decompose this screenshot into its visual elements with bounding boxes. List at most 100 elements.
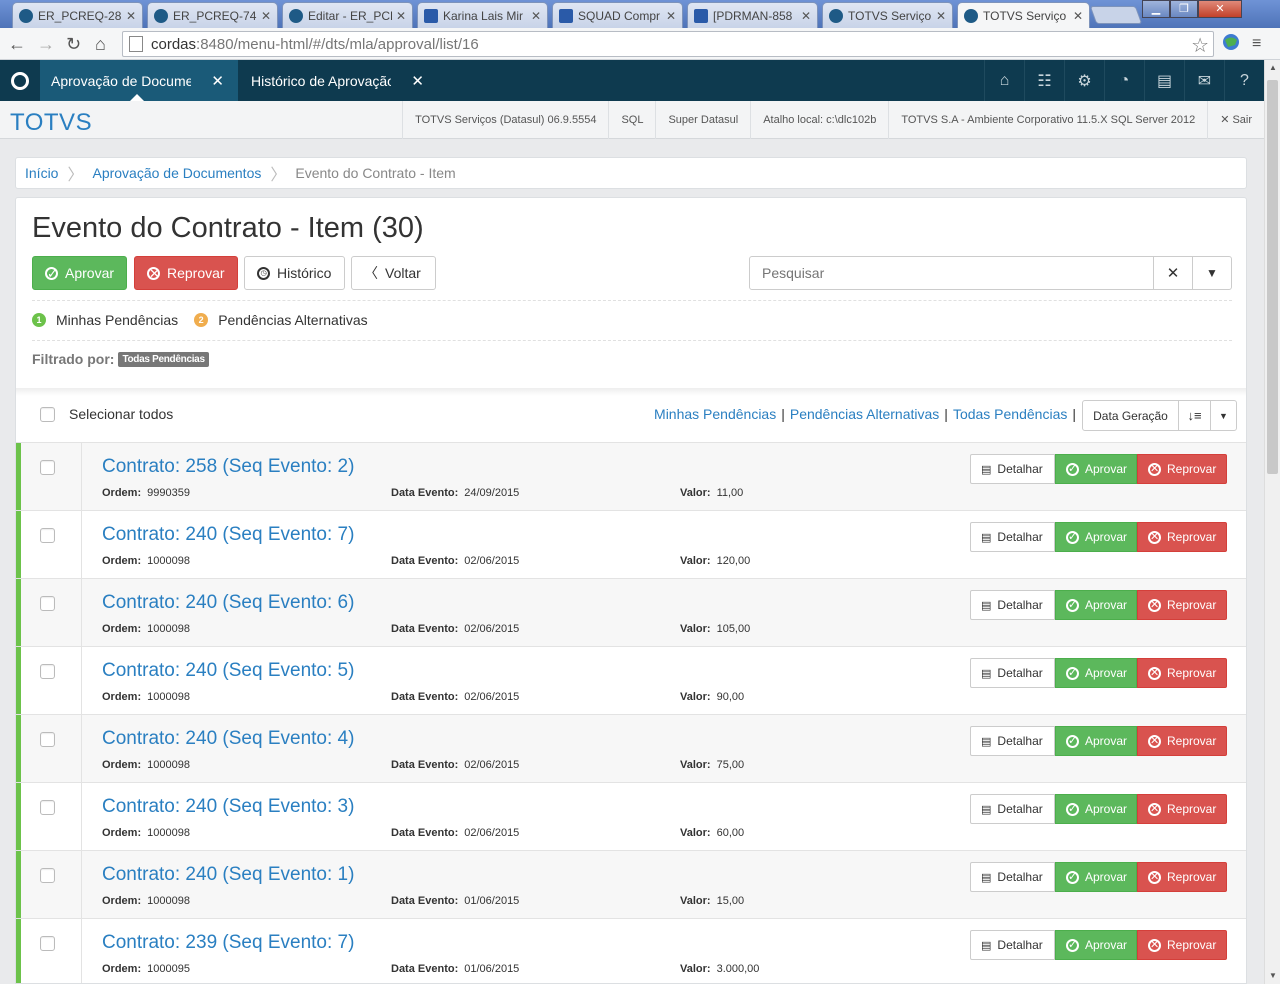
item-title[interactable]: Contrato: 240 (Seq Evento: 1) xyxy=(102,864,354,886)
close-icon[interactable]: ✕ xyxy=(936,9,946,23)
browser-tab-2[interactable]: ER_PCREQ-741 ✕ xyxy=(147,2,278,28)
scroll-down-icon[interactable]: ▼ xyxy=(1265,968,1280,984)
item-title[interactable]: Contrato: 239 (Seq Evento: 7) xyxy=(102,932,354,954)
breadcrumb-section[interactable]: Aprovação de Documentos xyxy=(92,165,261,181)
detail-button[interactable]: ▤ Detalhar xyxy=(970,658,1055,688)
window-close-icon[interactable]: ✕ xyxy=(1198,0,1242,18)
clear-search-button[interactable]: ✕ xyxy=(1153,257,1192,289)
row-reject-button[interactable]: ✕ Reprovar xyxy=(1137,794,1227,824)
browser-tab-3[interactable]: Editar - ER_PCR ✕ xyxy=(282,2,413,28)
detail-button[interactable]: ▤ Detalhar xyxy=(970,590,1055,620)
detail-button[interactable]: ▤ Detalhar xyxy=(970,930,1055,960)
select-all[interactable]: Selecionar todos xyxy=(40,406,173,422)
row-reject-button[interactable]: ✕ Reprovar xyxy=(1137,658,1227,688)
close-icon[interactable]: ✕ xyxy=(1073,9,1083,23)
home-icon[interactable]: ⌂ xyxy=(95,34,106,54)
new-tab-button[interactable] xyxy=(1089,6,1143,24)
scrollbar-thumb[interactable] xyxy=(1267,80,1278,474)
advanced-filter-button[interactable]: ▼ xyxy=(1192,257,1231,289)
close-icon[interactable]: ✕ xyxy=(801,9,811,23)
row-approve-button[interactable]: ✓ Aprovar xyxy=(1055,454,1137,484)
detail-button[interactable]: ▤ Detalhar xyxy=(970,794,1055,824)
row-checkbox[interactable] xyxy=(40,732,55,747)
tab-approval-documents[interactable]: Aprovação de Documentos ✕ xyxy=(40,60,238,101)
filter-all-link[interactable]: Todas Pendências xyxy=(953,406,1067,422)
totvs-logo-icon[interactable] xyxy=(0,60,40,101)
row-checkbox[interactable] xyxy=(40,868,55,883)
row-checkbox[interactable] xyxy=(40,528,55,543)
row-checkbox[interactable] xyxy=(40,936,55,951)
menu-icon[interactable]: ≡ xyxy=(1252,34,1261,54)
scroll-up-icon[interactable]: ▲ xyxy=(1265,60,1280,76)
tab-approval-history[interactable]: Histórico de Aprovação ✕ xyxy=(240,60,438,101)
detail-button[interactable]: ▤ Detalhar xyxy=(970,522,1055,552)
close-icon[interactable]: ✕ xyxy=(396,9,406,23)
browser-tab-6[interactable]: [PDRMAN-858 ✕ xyxy=(687,2,818,28)
browser-tab-1[interactable]: ER_PCREQ-286 ✕ xyxy=(12,2,143,28)
close-icon[interactable]: ✕ xyxy=(666,9,676,23)
breadcrumb-home[interactable]: Início xyxy=(25,165,58,181)
mail-icon[interactable]: ✉ xyxy=(1184,60,1224,101)
row-approve-button[interactable]: ✓ Aprovar xyxy=(1055,522,1137,552)
history-button[interactable]: ◷ Histórico xyxy=(244,256,345,290)
sort-direction-icon[interactable]: ↓≡ xyxy=(1179,401,1211,430)
row-checkbox[interactable] xyxy=(40,596,55,611)
filter-tag[interactable]: Todas Pendências xyxy=(118,351,209,367)
detail-button[interactable]: ▤ Detalhar xyxy=(970,454,1055,484)
sitemap-icon[interactable]: ☷ xyxy=(1024,60,1064,101)
item-title[interactable]: Contrato: 240 (Seq Evento: 7) xyxy=(102,524,354,546)
close-icon[interactable]: ✕ xyxy=(531,9,541,23)
search-input[interactable] xyxy=(750,257,1153,289)
close-icon[interactable]: ✕ xyxy=(261,9,271,23)
chevron-down-icon[interactable]: ▼ xyxy=(1211,401,1236,430)
reload-icon[interactable]: ↻ xyxy=(66,34,81,54)
row-reject-button[interactable]: ✕ Reprovar xyxy=(1137,930,1227,960)
filter-alternative-link[interactable]: Pendências Alternativas xyxy=(790,406,939,422)
detail-button[interactable]: ▤ Detalhar xyxy=(970,862,1055,892)
filter-mine-link[interactable]: Minhas Pendências xyxy=(654,406,776,422)
sort-field-button[interactable]: Data Geração xyxy=(1083,401,1179,430)
item-title[interactable]: Contrato: 240 (Seq Evento: 6) xyxy=(102,592,354,614)
dashboard-icon[interactable]: ◔ xyxy=(1104,60,1144,101)
gear-icon[interactable]: ⚙ xyxy=(1064,60,1104,101)
maximize-icon[interactable]: ❐ xyxy=(1170,0,1198,18)
item-title[interactable]: Contrato: 240 (Seq Evento: 5) xyxy=(102,660,354,682)
forward-icon[interactable]: → xyxy=(37,34,55,54)
row-reject-button[interactable]: ✕ Reprovar xyxy=(1137,726,1227,756)
row-approve-button[interactable]: ✓ Aprovar xyxy=(1055,590,1137,620)
row-reject-button[interactable]: ✕ Reprovar xyxy=(1137,522,1227,552)
approve-button[interactable]: ✓ Aprovar xyxy=(32,256,127,290)
item-title[interactable]: Contrato: 240 (Seq Evento: 3) xyxy=(102,796,354,818)
logout-button[interactable]: ✕ Sair xyxy=(1207,101,1264,139)
back-icon[interactable]: ← xyxy=(8,34,26,54)
row-approve-button[interactable]: ✓ Aprovar xyxy=(1055,726,1137,756)
browser-tab-7[interactable]: TOTVS Serviço ✕ xyxy=(822,2,953,28)
browser-tab-4[interactable]: Karina Lais Mir ✕ xyxy=(417,2,548,28)
row-approve-button[interactable]: ✓ Aprovar xyxy=(1055,794,1137,824)
detail-button[interactable]: ▤ Detalhar xyxy=(970,726,1055,756)
row-approve-button[interactable]: ✓ Aprovar xyxy=(1055,862,1137,892)
row-checkbox[interactable] xyxy=(40,460,55,475)
help-icon[interactable]: ? xyxy=(1224,60,1264,101)
close-icon[interactable]: ✕ xyxy=(211,72,224,90)
row-approve-button[interactable]: ✓ Aprovar xyxy=(1055,930,1137,960)
row-checkbox[interactable] xyxy=(40,664,55,679)
reject-button[interactable]: ✕ Reprovar xyxy=(134,256,238,290)
home-icon[interactable]: ⌂ xyxy=(984,60,1024,101)
browser-tab-8[interactable]: TOTVS Serviço ✕ xyxy=(957,2,1090,29)
select-all-checkbox[interactable] xyxy=(40,406,55,422)
vertical-scrollbar[interactable]: ▲ ▼ xyxy=(1264,60,1280,984)
row-checkbox[interactable] xyxy=(40,800,55,815)
close-icon[interactable]: ✕ xyxy=(126,9,136,23)
back-button[interactable]: 〈 Voltar xyxy=(351,256,436,290)
row-reject-button[interactable]: ✕ Reprovar xyxy=(1137,590,1227,620)
item-title[interactable]: Contrato: 240 (Seq Evento: 4) xyxy=(102,728,354,750)
close-icon[interactable]: ✕ xyxy=(411,72,424,90)
extension-globe-icon[interactable] xyxy=(1222,33,1240,51)
minimize-icon[interactable]: ▁ xyxy=(1142,0,1170,18)
row-approve-button[interactable]: ✓ Aprovar xyxy=(1055,658,1137,688)
row-reject-button[interactable]: ✕ Reprovar xyxy=(1137,862,1227,892)
bookmark-star-icon[interactable]: ☆ xyxy=(1191,33,1209,58)
row-reject-button[interactable]: ✕ Reprovar xyxy=(1137,454,1227,484)
browser-tab-5[interactable]: SQUAD Compr ✕ xyxy=(552,2,683,28)
